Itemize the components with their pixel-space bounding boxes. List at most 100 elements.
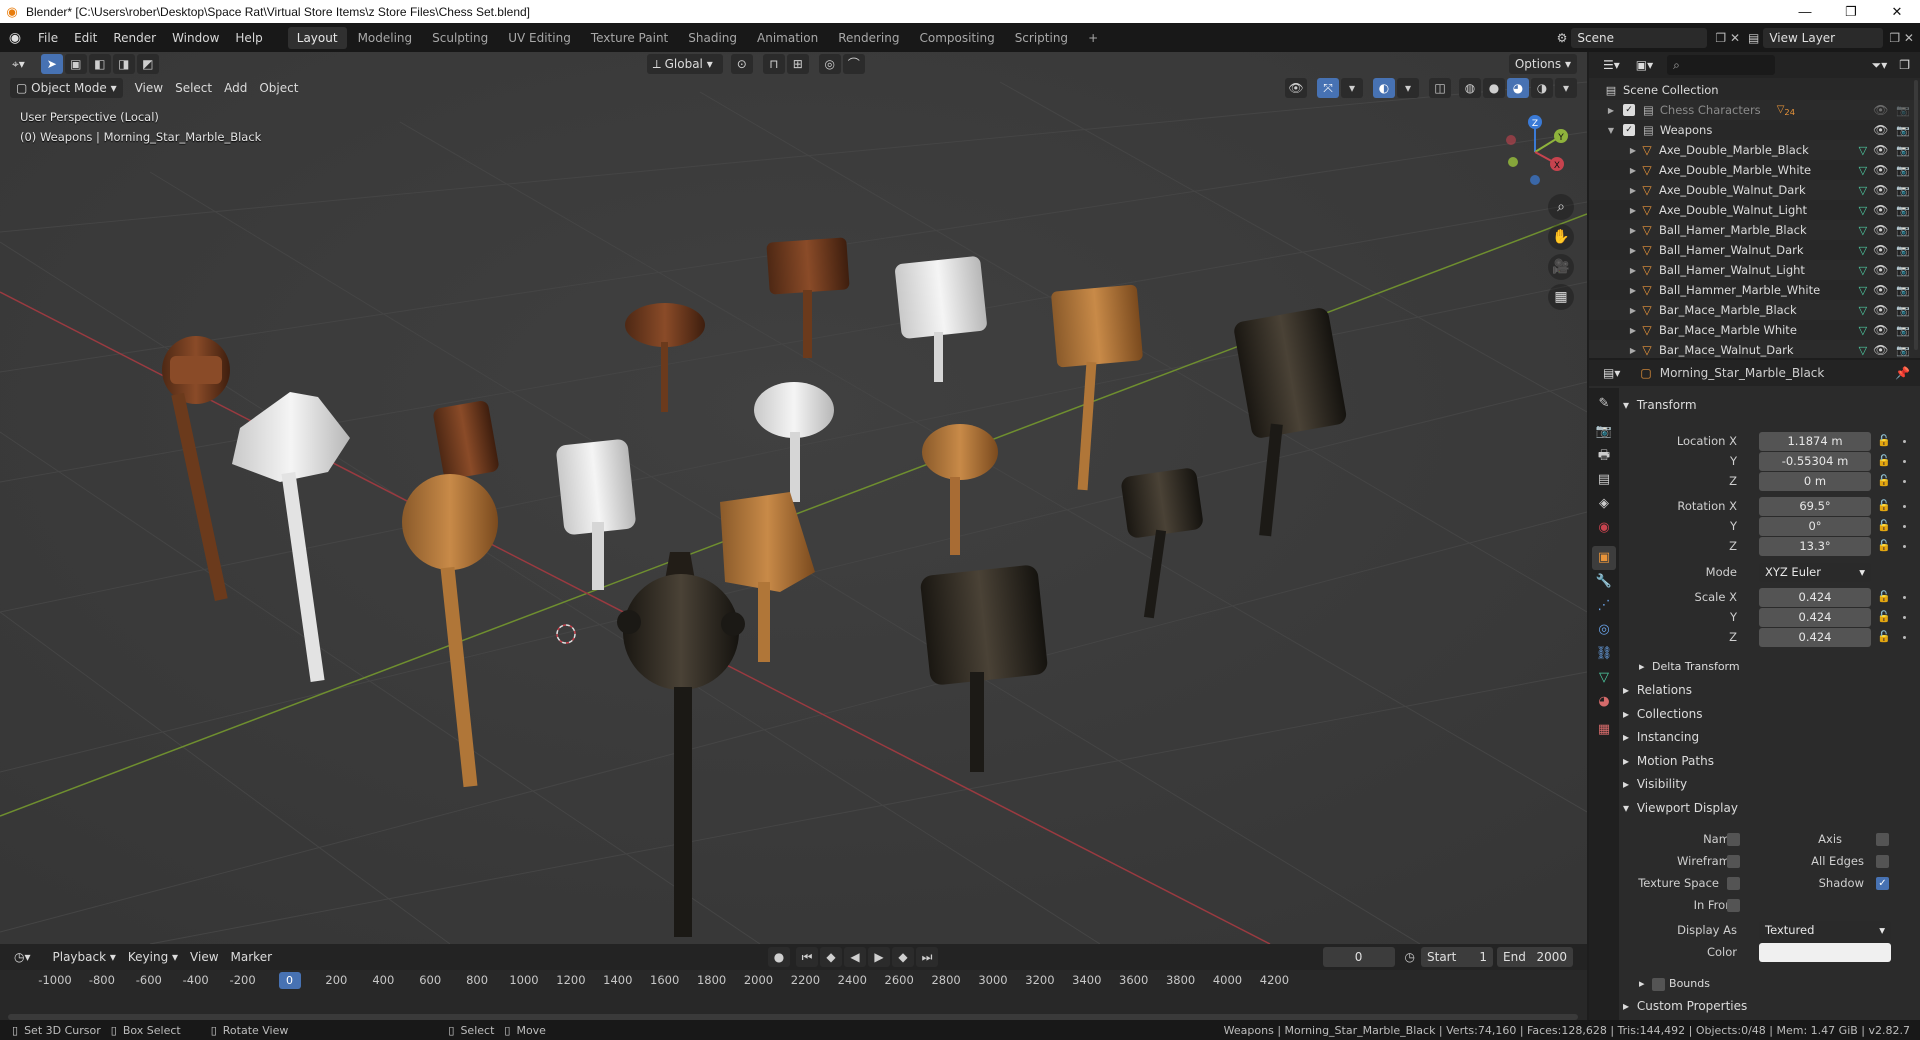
camera-icon[interactable]: 📷 [1896,244,1910,257]
show-texture-space-checkbox[interactable] [1727,877,1740,890]
show-in-front-checkbox[interactable] [1727,899,1740,912]
tab-uv-editing[interactable]: UV Editing [499,27,580,49]
outliner-object[interactable]: ▶ ▽ Axe_Double_Walnut_Light ▽ 👁 📷 [1589,200,1920,220]
select-invert-mode-icon[interactable]: ◩ [136,54,159,74]
editor-type-icon[interactable]: ⌖▾ [6,54,31,74]
exclude-checkbox[interactable]: ✓ [1623,124,1635,136]
tab-render-icon[interactable]: 📷 [1592,420,1616,444]
tab-modeling[interactable]: Modeling [349,27,422,49]
rotation-x-field[interactable]: 69.5° [1759,497,1871,516]
shading-solid-icon[interactable]: ● [1483,78,1505,98]
menu-marker[interactable]: Marker [225,947,278,967]
tab-texture-paint[interactable]: Texture Paint [582,27,677,49]
outliner-search-input[interactable]: ⌕ [1667,55,1776,75]
lock-icon[interactable]: 🔓 [1877,474,1891,487]
timeline-ruler[interactable]: -1000 -800 -600 -400 -200 0 200 400 600 800 1000 12… [0,970,1587,990]
shading-rendered-icon[interactable]: ◑ [1531,78,1553,98]
section-header[interactable]: ▸ Collections [1623,707,1702,721]
menu-select[interactable]: Select [169,78,218,98]
section-header[interactable]: ▸ Visibility [1623,777,1687,791]
rotation-z-field[interactable]: 13.3° [1759,537,1871,556]
chevron-right-icon[interactable]: ▶ [1627,266,1639,275]
minimize-button[interactable]: — [1782,4,1828,19]
delta-transform-header[interactable]: ▸ Delta Transform [1639,660,1740,673]
timeline-track[interactable] [0,990,1587,1024]
keyframe-dot[interactable] [1903,460,1906,463]
camera-icon[interactable]: 📷 [1896,224,1910,237]
view-layer-field[interactable]: View Layer [1763,27,1884,48]
rotation-mode-dropdown[interactable]: XYZ Euler ▾ [1759,563,1871,582]
keyframe-dot[interactable] [1903,636,1906,639]
tab-sculpting[interactable]: Sculpting [423,27,497,49]
tab-compositing[interactable]: Compositing [910,27,1003,49]
ortho-grid-icon[interactable]: ▦ [1548,284,1574,310]
menu-keying[interactable]: Keying ▾ [122,947,184,967]
eye-icon[interactable]: 👁 [1873,183,1888,197]
keyframe-dot[interactable] [1903,545,1906,548]
proportional-falloff-icon[interactable]: ⌒ [842,54,865,74]
properties-editor-type-icon[interactable]: ▤▾ [1597,363,1626,383]
camera-icon[interactable]: 📷 [1896,104,1910,117]
chevron-right-icon[interactable]: ▶ [1627,226,1639,235]
shading-dropdown-icon[interactable]: ▾ [1555,78,1577,98]
play-reverse-icon[interactable]: ◀ [844,947,867,967]
new-collection-icon[interactable]: ❐ [1893,55,1916,75]
lock-icon[interactable]: 🔓 [1877,499,1891,512]
outliner-object[interactable]: ▶ ▽ Axe_Double_Marble_White ▽ 👁 📷 [1589,160,1920,180]
location-x-field[interactable]: 1.1874 m [1759,432,1871,451]
tab-rendering[interactable]: Rendering [829,27,908,49]
maximize-button[interactable]: ❐ [1828,4,1874,20]
outliner-object[interactable]: ▶ ▽ Ball_Hamer_Marble_Black ▽ 👁 📷 [1589,220,1920,240]
show-all-edges-checkbox[interactable] [1876,855,1889,868]
camera-icon[interactable]: 📷 [1896,124,1910,137]
tab-animation[interactable]: Animation [748,27,827,49]
camera-icon[interactable]: 📷 [1896,144,1910,157]
jump-start-icon[interactable]: ⏮ [796,947,819,967]
gizmo-toggle-icon[interactable]: ⤧ [1317,78,1339,98]
chevron-right-icon[interactable]: ▶ [1627,146,1639,155]
menu-object[interactable]: Object [253,78,304,98]
proportional-edit-icon[interactable]: ◎ [818,54,841,74]
eye-icon[interactable]: 👁 [1873,163,1888,177]
lock-icon[interactable]: 🔓 [1877,454,1891,467]
lock-icon[interactable]: 🔓 [1877,610,1891,623]
keyframe-dot[interactable] [1903,480,1906,483]
keyframe-dot[interactable] [1903,505,1906,508]
pan-hand-icon[interactable]: ✋ [1548,224,1574,250]
tab-material-icon[interactable]: ◕ [1592,690,1616,714]
snap-target-icon[interactable]: ⊞ [786,54,809,74]
eye-icon[interactable]: 👁 [1873,243,1888,257]
shading-wireframe-icon[interactable]: ◍ [1459,78,1481,98]
menu-render[interactable]: Render [105,28,164,48]
camera-icon[interactable]: 📷 [1896,204,1910,217]
camera-icon[interactable]: 📷 [1896,184,1910,197]
tab-modifiers-icon[interactable]: 🔧 [1592,570,1616,594]
menu-add[interactable]: Add [218,78,253,98]
tab-layout[interactable]: Layout [287,26,347,49]
lock-icon[interactable]: 🔓 [1877,434,1891,447]
eye-icon[interactable]: 👁 [1873,123,1888,137]
tab-constraints-icon[interactable]: ⛓ [1592,642,1616,666]
eye-icon[interactable]: 👁 [1873,103,1888,117]
tab-scene-icon[interactable]: ◈ [1592,492,1616,516]
location-y-field[interactable]: -0.55304 m [1759,452,1871,471]
eye-icon[interactable]: 👁 [1873,323,1888,337]
end-frame-field[interactable]: End 2000 [1497,947,1573,967]
prev-keyframe-icon[interactable]: ◆ [820,947,843,967]
zoom-icon[interactable]: ⌕ [1548,194,1574,220]
lock-icon[interactable]: 🔓 [1877,519,1891,532]
exclude-checkbox[interactable]: ✓ [1623,104,1635,116]
outliner-object[interactable]: ▶ ▽ Axe_Double_Walnut_Dark ▽ 👁 📷 [1589,180,1920,200]
camera-view-icon[interactable]: 🎥 [1548,254,1574,280]
tab-tool-icon[interactable]: ✎ [1592,392,1616,416]
outliner-object[interactable]: ▶ ▽ Ball_Hamer_Walnut_Dark ▽ 👁 📷 [1589,240,1920,260]
new-scene-icon[interactable]: ❐ ✕ [1715,31,1740,45]
show-shadow-checkbox[interactable]: ✓ [1876,877,1889,890]
scene-icon[interactable]: ⚙ [1557,31,1568,45]
eye-icon[interactable]: 👁 [1873,263,1888,277]
add-workspace-icon[interactable]: + [1079,27,1107,49]
show-axis-checkbox[interactable] [1876,833,1889,846]
keyframe-dot[interactable] [1903,440,1906,443]
select-tool-icon[interactable]: ➤ [40,54,63,74]
pivot-point-icon[interactable]: ⊙ [730,54,753,74]
